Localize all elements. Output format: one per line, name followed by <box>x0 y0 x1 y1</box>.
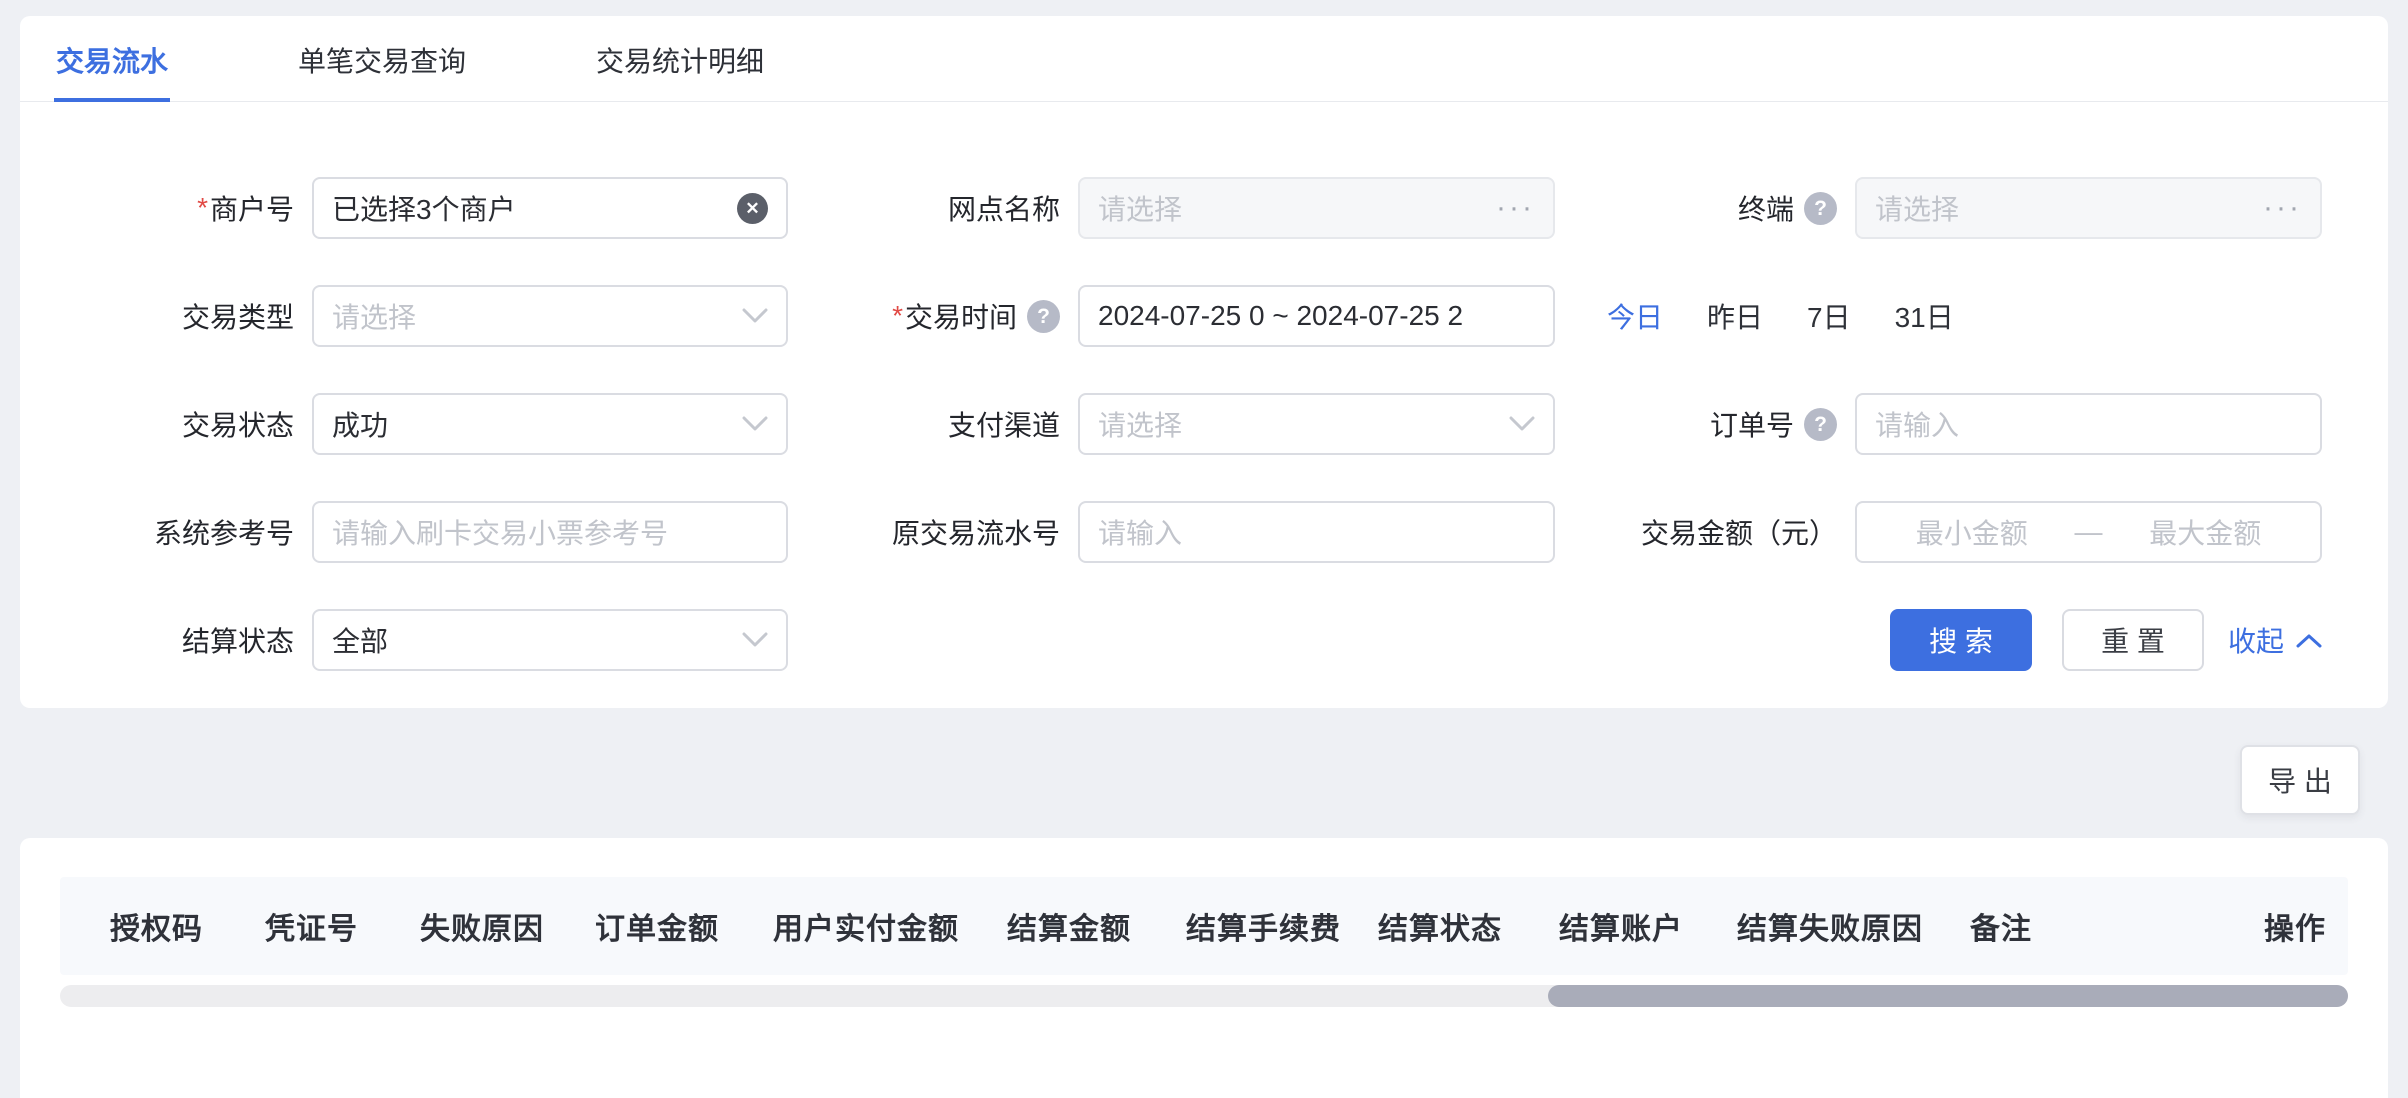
quick-range-link[interactable]: 昨日 <box>1707 296 1763 336</box>
results-panel: 授权码 凭证号 失败原因 订单金额 用户实付金额 结算金额 结算手续费结算状态 结算账户 结算失… <box>20 838 2388 1098</box>
table-column-header: 结算手续费 <box>1186 904 1341 948</box>
table-column-header: 凭证号 <box>265 904 358 948</box>
chevron-down-icon <box>732 308 768 324</box>
tab-item[interactable]: 交易统计明细 <box>594 16 766 102</box>
pay-channel-label: 支付渠道 <box>788 393 1078 455</box>
range-dash: — <box>2069 516 2109 548</box>
tab-bar: 交易流水 单笔交易查询 交易统计明细 <box>20 16 2388 102</box>
quick-range-link[interactable]: 7日 <box>1807 296 1851 336</box>
question-icon[interactable]: ? <box>1804 192 1837 225</box>
amount-range-input[interactable]: 最小金额 — 最大金额 <box>1855 501 2322 563</box>
quick-range-link[interactable]: 今日 <box>1607 296 1663 336</box>
chevron-up-icon <box>2296 624 2322 656</box>
export-button[interactable]: 导 出 <box>2240 745 2360 815</box>
orig-trade-no-placeholder: 请输入 <box>1098 512 1182 552</box>
chevron-down-icon <box>1499 416 1535 432</box>
trade-type-placeholder: 请选择 <box>332 296 416 336</box>
table-column-header: 操作 <box>2264 904 2326 948</box>
table-column-header: 结算金额 <box>1007 904 1131 948</box>
amount-min-placeholder: 最小金额 <box>1875 512 2069 552</box>
reset-button[interactable]: 重 置 <box>2062 609 2204 671</box>
sys-ref-label: 系统参考号 <box>20 501 312 563</box>
tab-item[interactable]: 单笔交易查询 <box>296 16 468 102</box>
trade-status-select[interactable]: 成功 <box>312 393 788 455</box>
trade-time-range-input[interactable]: 2024-07-25 0 ~ 2024-07-25 2 <box>1078 285 1555 347</box>
required-mark: * <box>197 192 208 224</box>
quick-range-links: 今日 昨日 7日 31日 <box>1555 285 2322 347</box>
question-icon[interactable]: ? <box>1027 300 1060 333</box>
order-no-placeholder: 请输入 <box>1875 404 1959 444</box>
table-column-header: 结算失败原因 <box>1737 904 1923 948</box>
pay-channel-placeholder: 请选择 <box>1098 404 1182 444</box>
table-column-header: 结算账户 <box>1559 904 1683 948</box>
amount-max-placeholder: 最大金额 <box>2109 512 2303 552</box>
table-column-header: 结算状态 <box>1378 904 1502 948</box>
trade-type-label: 交易类型 <box>20 285 312 347</box>
ellipsis-icon: ··· <box>1496 193 1535 223</box>
order-no-label: 订单号 ? <box>1555 393 1855 455</box>
clear-icon[interactable]: ✕ <box>737 193 768 224</box>
branch-select[interactable]: 请选择 ··· <box>1078 177 1555 239</box>
table-column-header: 授权码 <box>110 904 203 948</box>
search-button[interactable]: 搜 索 <box>1890 609 2032 671</box>
merchant-value: 已选择3个商户 <box>332 188 516 228</box>
question-icon[interactable]: ? <box>1804 408 1837 441</box>
table-header-row: 授权码 凭证号 失败原因 订单金额 用户实付金额 结算金额 结算手续费结算状态 结算账户 结算失… <box>60 877 2348 975</box>
chevron-down-icon <box>732 632 768 648</box>
table-column-header: 用户实付金额 <box>773 904 959 948</box>
quick-range-link[interactable]: 31日 <box>1895 296 1954 336</box>
required-mark: * <box>892 300 903 332</box>
branch-label: 网点名称 <box>788 177 1078 239</box>
settle-status-select[interactable]: 全部 <box>312 609 788 671</box>
ellipsis-icon: ··· <box>2263 193 2302 223</box>
search-form: * 商户号 已选择3个商户 ✕ 网点名称 请选择 ··· 终端 ? 请选择 ··… <box>20 102 2388 671</box>
trade-time-label: * 交易时间 ? <box>788 285 1078 347</box>
trade-type-select[interactable]: 请选择 <box>312 285 788 347</box>
terminal-label: 终端 ? <box>1555 177 1855 239</box>
horizontal-scrollbar-track[interactable] <box>60 985 2348 1007</box>
horizontal-scrollbar-thumb[interactable] <box>1548 985 2348 1007</box>
branch-placeholder: 请选择 <box>1098 188 1182 228</box>
amount-label: 交易金额（元） <box>1555 501 1855 563</box>
trade-status-value: 成功 <box>332 404 388 444</box>
tab-item[interactable]: 交易流水 <box>54 16 170 102</box>
search-panel: 交易流水 单笔交易查询 交易统计明细 * 商户号 已选择3个商户 ✕ 网点名称 … <box>20 16 2388 708</box>
order-no-input[interactable]: 请输入 <box>1855 393 2322 455</box>
pay-channel-select[interactable]: 请选择 <box>1078 393 1555 455</box>
chevron-down-icon <box>732 416 768 432</box>
terminal-placeholder: 请选择 <box>1875 188 1959 228</box>
collapse-link[interactable]: 收起 <box>2228 620 2322 660</box>
terminal-select[interactable]: 请选择 ··· <box>1855 177 2322 239</box>
tab-label: 交易统计明细 <box>596 46 764 77</box>
merchant-label: * 商户号 <box>20 177 312 239</box>
table-column-header: 失败原因 <box>420 904 544 948</box>
sys-ref-input[interactable]: 请输入刷卡交易小票参考号 <box>312 501 788 563</box>
table-column-header: 订单金额 <box>595 904 719 948</box>
tab-label: 交易流水 <box>56 46 168 77</box>
settle-status-label: 结算状态 <box>20 609 312 671</box>
orig-trade-no-input[interactable]: 请输入 <box>1078 501 1555 563</box>
merchant-input[interactable]: 已选择3个商户 ✕ <box>312 177 788 239</box>
orig-trade-no-label: 原交易流水号 <box>788 501 1078 563</box>
sys-ref-placeholder: 请输入刷卡交易小票参考号 <box>332 512 668 552</box>
tab-label: 单笔交易查询 <box>298 46 466 77</box>
trade-time-value: 2024-07-25 0 ~ 2024-07-25 2 <box>1098 300 1463 332</box>
collapse-label: 收起 <box>2228 620 2284 660</box>
settle-status-value: 全部 <box>332 620 388 660</box>
table-column-header: 备注 <box>1970 904 2032 948</box>
trade-status-label: 交易状态 <box>20 393 312 455</box>
